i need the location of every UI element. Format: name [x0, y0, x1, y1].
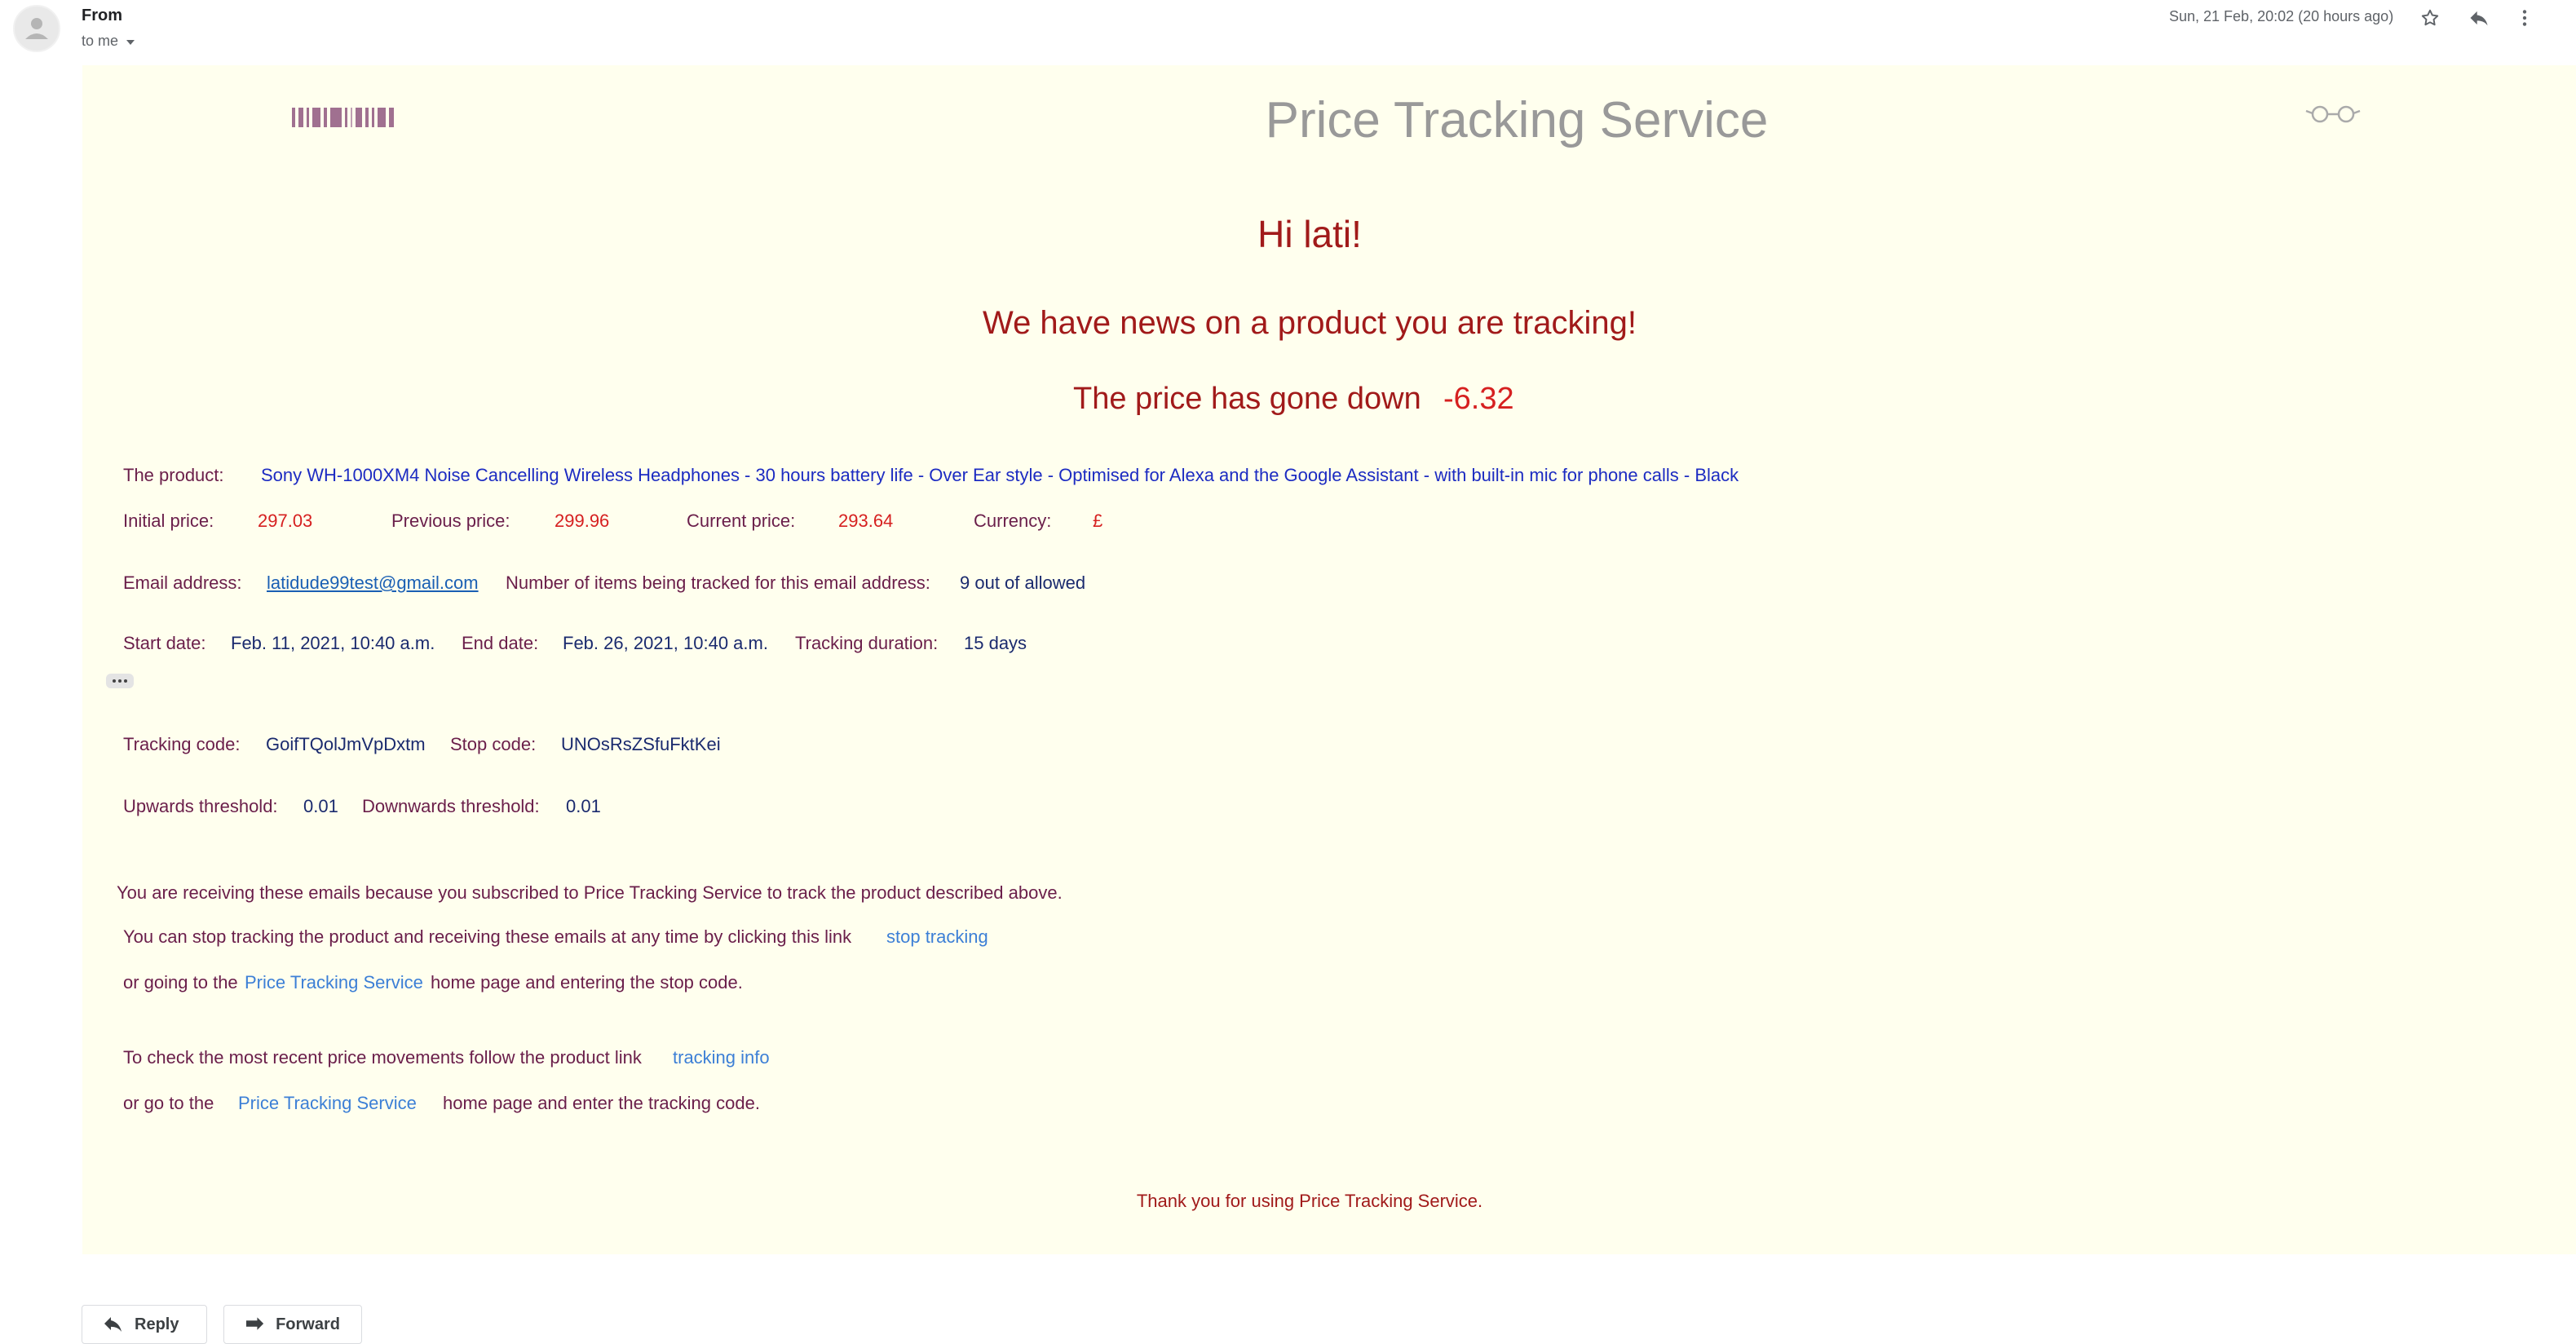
price-change-label: The price has gone down	[1073, 382, 1421, 416]
stop-tracking-link[interactable]: stop tracking	[886, 926, 988, 948]
email-address-label: Email address:	[123, 573, 242, 593]
end-date-value: Feb. 26, 2021, 10:40 a.m.	[563, 633, 768, 653]
greeting: Hi lati!	[1257, 213, 1362, 255]
initial-price-value: 297.03	[258, 511, 313, 531]
currency-value: £	[1093, 511, 1103, 531]
previous-price-value: 299.96	[555, 511, 610, 531]
email-address-link[interactable]: latidude99test@gmail.com	[267, 573, 479, 594]
reply-icon	[104, 1317, 122, 1332]
current-price-label: Current price:	[687, 511, 796, 531]
tracking-code-instruction-pre: or go to the	[123, 1093, 214, 1113]
stop-tracking-text: You can stop tracking the product and re…	[123, 926, 852, 947]
product-name: Sony WH-1000XM4 Noise Cancelling Wireles…	[261, 465, 1739, 485]
barcode-logo-icon	[292, 104, 394, 127]
home-page-link-tracking[interactable]: Price Tracking Service	[238, 1093, 417, 1114]
start-date-value: Feb. 11, 2021, 10:40 a.m.	[231, 633, 435, 653]
news-headline: We have news on a product you are tracki…	[983, 305, 1637, 341]
show-trimmed-content-button[interactable]	[106, 674, 134, 688]
reply-button[interactable]: Reply	[82, 1305, 207, 1344]
start-date-label: Start date:	[123, 633, 206, 653]
price-change-value: -6.32	[1443, 382, 1514, 416]
sender-avatar[interactable]	[13, 5, 60, 52]
tracking-info-text: To check the most recent price movements…	[123, 1047, 642, 1068]
star-icon[interactable]	[2415, 3, 2445, 33]
downwards-threshold-value: 0.01	[566, 796, 601, 816]
stop-code-instruction-pre: or going to the	[123, 972, 238, 993]
forward-button[interactable]: Forward	[223, 1305, 362, 1344]
tracking-code-value: GoifTQolJmVpDxtm	[266, 734, 426, 754]
forward-label: Forward	[276, 1315, 340, 1333]
thank-you-note: Thank you for using Price Tracking Servi…	[1136, 1191, 1483, 1211]
initial-price-label: Initial price:	[123, 511, 214, 531]
stop-code-value: UNOsRsZSfuFktKei	[561, 734, 721, 754]
more-vert-icon[interactable]	[2510, 3, 2539, 33]
home-page-link-stop[interactable]: Price Tracking Service	[245, 972, 423, 993]
tracking-duration-value: 15 days	[964, 633, 1027, 653]
reply-icon[interactable]	[2464, 3, 2494, 33]
tracking-code-instruction-post: home page and enter the tracking code.	[443, 1093, 760, 1113]
to-me-label: to me	[82, 33, 119, 49]
stop-code-label: Stop code:	[450, 734, 537, 754]
person-icon	[25, 18, 48, 39]
forward-icon	[245, 1317, 264, 1330]
reply-label: Reply	[135, 1315, 179, 1333]
email-date: Sun, 21 Feb, 20:02 (20 hours ago)	[2169, 8, 2394, 24]
caret-down-icon	[126, 39, 135, 45]
brand-title: Price Tracking Service	[1265, 92, 1769, 148]
downwards-threshold-label: Downwards threshold:	[362, 796, 540, 816]
upwards-threshold-value: 0.01	[303, 796, 338, 816]
items-count-value: 9 out of allowed	[960, 573, 1086, 593]
items-count-label: Number of items being tracked for this e…	[506, 573, 930, 593]
tracking-duration-label: Tracking duration:	[795, 633, 939, 653]
tracking-info-link[interactable]: tracking info	[673, 1047, 770, 1068]
end-date-label: End date:	[462, 633, 539, 653]
upwards-threshold-label: Upwards threshold:	[123, 796, 278, 816]
previous-price-label: Previous price:	[391, 511, 510, 531]
glasses-icon	[2305, 105, 2361, 123]
from-label: From	[82, 7, 122, 24]
product-label: The product:	[123, 465, 224, 485]
tracking-code-label: Tracking code:	[123, 734, 241, 754]
subscription-notice: You are receiving these emails because y…	[117, 882, 1063, 903]
current-price-value: 293.64	[838, 511, 894, 531]
currency-label: Currency:	[974, 511, 1052, 531]
stop-code-instruction-post: home page and entering the stop code.	[431, 972, 743, 993]
recipient-details-toggle[interactable]: to me	[82, 33, 135, 50]
